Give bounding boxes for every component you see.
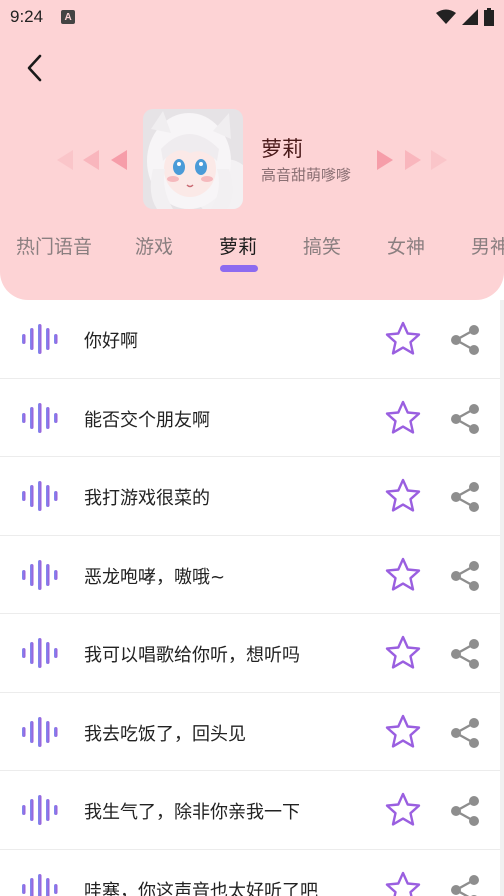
character-profile: 萝莉 高音甜萌嗲嗲 (143, 109, 373, 209)
voice-title: 我可以唱歌给你听，想听吗 (84, 645, 300, 666)
voice-wave-icon[interactable] (20, 638, 58, 668)
voice-item[interactable]: 我打游戏很菜的 (0, 457, 504, 536)
avatar-illustration (143, 109, 243, 209)
status-bar: 9:24 A (0, 0, 504, 34)
share-icon[interactable] (448, 638, 482, 670)
tab-hot-voices[interactable]: 热门语音 (16, 232, 92, 259)
voice-title: 能否交个朋友啊 (84, 409, 210, 431)
voice-item[interactable]: 恶龙咆哮，嗷哦~ (0, 535, 504, 614)
favorite-star-icon[interactable] (384, 634, 422, 672)
favorite-star-icon[interactable] (384, 320, 422, 358)
favorite-star-icon[interactable] (384, 870, 422, 896)
voice-wave-icon[interactable] (20, 716, 58, 747)
battery-icon (484, 8, 494, 26)
character-avatar (143, 109, 243, 209)
character-description: 高音甜萌嗲嗲 (261, 166, 352, 184)
voice-title: 哇塞，你这声音也太好听了吧 (84, 880, 318, 896)
signal-icon (462, 9, 478, 25)
favorite-star-icon[interactable] (384, 477, 422, 515)
favorite-star-icon[interactable] (384, 713, 422, 751)
voice-wave-icon[interactable] (20, 324, 58, 354)
share-icon[interactable] (448, 403, 482, 435)
voice-item[interactable]: 我生气了，除非你亲我一下 (0, 771, 504, 850)
share-icon[interactable] (448, 874, 482, 896)
wifi-icon (436, 9, 456, 24)
voice-list: 你好啊 能否交个朋友啊 我打游戏很菜的 恶龙咆哮，嗷哦~ 我可以唱歌给你听，想听… (0, 300, 504, 896)
right-arrows-icon (377, 150, 447, 170)
share-icon[interactable] (448, 481, 482, 513)
favorite-star-icon[interactable] (384, 791, 422, 829)
voice-wave-icon[interactable] (20, 795, 58, 825)
voice-item[interactable]: 你好啊 (0, 300, 504, 379)
voice-title: 恶龙咆哮，嗷哦~ (84, 566, 226, 588)
tab-funny[interactable]: 搞笑 (303, 232, 341, 259)
tab-goddess[interactable]: 女神 (387, 232, 425, 259)
voice-title: 我打游戏很菜的 (84, 488, 210, 509)
scrollbar-track (500, 300, 504, 896)
share-icon[interactable] (448, 795, 482, 827)
voice-wave-icon[interactable] (20, 481, 58, 511)
character-name: 萝莉 (261, 137, 303, 161)
share-icon[interactable] (448, 324, 482, 356)
voice-title: 你好啊 (84, 331, 138, 352)
voice-item[interactable]: 我可以唱歌给你听，想听吗 (0, 614, 504, 693)
status-time: 9:24 (10, 7, 44, 26)
back-icon[interactable] (18, 50, 54, 86)
share-icon[interactable] (448, 717, 482, 749)
active-tab-indicator (220, 265, 258, 272)
voice-wave-icon[interactable] (20, 559, 58, 590)
left-arrows-icon (57, 150, 127, 170)
voice-item[interactable]: 哇塞，你这声音也太好听了吧 (0, 849, 504, 896)
voice-wave-icon[interactable] (20, 873, 58, 896)
voice-title: 我生气了，除非你亲我一下 (84, 802, 300, 823)
notification-icon: A (61, 10, 76, 24)
voice-item[interactable]: 我去吃饭了，回头见 (0, 692, 504, 771)
tab-games[interactable]: 游戏 (135, 232, 173, 259)
favorite-star-icon[interactable] (384, 556, 422, 594)
tab-loli[interactable]: 萝莉 (219, 232, 257, 259)
favorite-star-icon[interactable] (384, 399, 422, 437)
share-icon[interactable] (448, 560, 482, 592)
tab-male-god[interactable]: 男神 (471, 232, 504, 259)
status-icons (436, 8, 494, 26)
voice-title: 我去吃饭了，回头见 (84, 723, 246, 745)
voice-wave-icon[interactable] (20, 402, 58, 433)
voice-item[interactable]: 能否交个朋友啊 (0, 378, 504, 457)
